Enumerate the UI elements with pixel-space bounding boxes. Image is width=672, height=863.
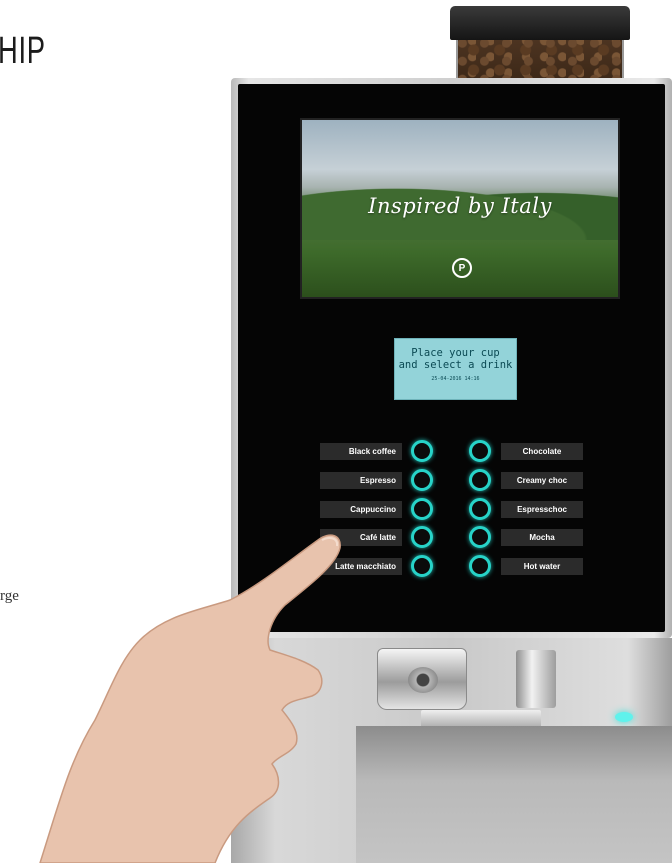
hopper-lid [450, 6, 630, 40]
label-chocolate: Chocolate [501, 443, 583, 460]
media-display: Inspired by Italy P [300, 118, 620, 299]
lcd-datetime: 25-04-2016 14:16 [431, 376, 480, 382]
cut-off-heading: HIP [0, 30, 46, 72]
button-espresschoc[interactable] [469, 498, 491, 520]
front-panel: Inspired by Italy P Place your cup and s… [238, 84, 665, 632]
label-latte-macchiato: Latte macchiato [320, 558, 402, 575]
status-led-icon [615, 712, 633, 722]
button-black-coffee[interactable] [411, 440, 433, 462]
status-lcd: Place your cup and select a drink 25-04-… [394, 338, 517, 400]
coffee-spout [377, 648, 467, 710]
button-espresso[interactable] [411, 469, 433, 491]
dispensing-area [231, 638, 672, 863]
lcd-line-1: Place your cup [411, 347, 500, 359]
button-latte-macchiato[interactable] [411, 555, 433, 577]
coffee-machine: Inspired by Italy P Place your cup and s… [231, 78, 672, 863]
button-cappuccino[interactable] [411, 498, 433, 520]
button-creamy-choc[interactable] [469, 469, 491, 491]
bean-hopper [450, 6, 630, 86]
button-chocolate[interactable] [469, 440, 491, 462]
label-hot-water: Hot water [501, 558, 583, 575]
lcd-line-2: and select a drink [398, 359, 513, 371]
cut-off-side-text: rge [0, 588, 19, 604]
button-cafe-latte[interactable] [411, 526, 433, 548]
display-tagline: Inspired by Italy [368, 194, 552, 218]
button-hot-water[interactable] [469, 555, 491, 577]
label-black-coffee: Black coffee [320, 443, 402, 460]
hot-water-spout [516, 650, 556, 708]
label-creamy-choc: Creamy choc [501, 472, 583, 489]
label-mocha: Mocha [501, 529, 583, 546]
label-espresschoc: Espresschoc [501, 501, 583, 518]
label-cappuccino: Cappuccino [320, 501, 402, 518]
machine-frame: Inspired by Italy P Place your cup and s… [231, 78, 672, 638]
label-cafe-latte: Café latte [320, 529, 402, 546]
cup-bay [356, 726, 672, 863]
button-mocha[interactable] [469, 526, 491, 548]
spout-logo-icon [408, 667, 438, 693]
label-espresso: Espresso [320, 472, 402, 489]
brand-logo-icon: P [452, 258, 472, 278]
